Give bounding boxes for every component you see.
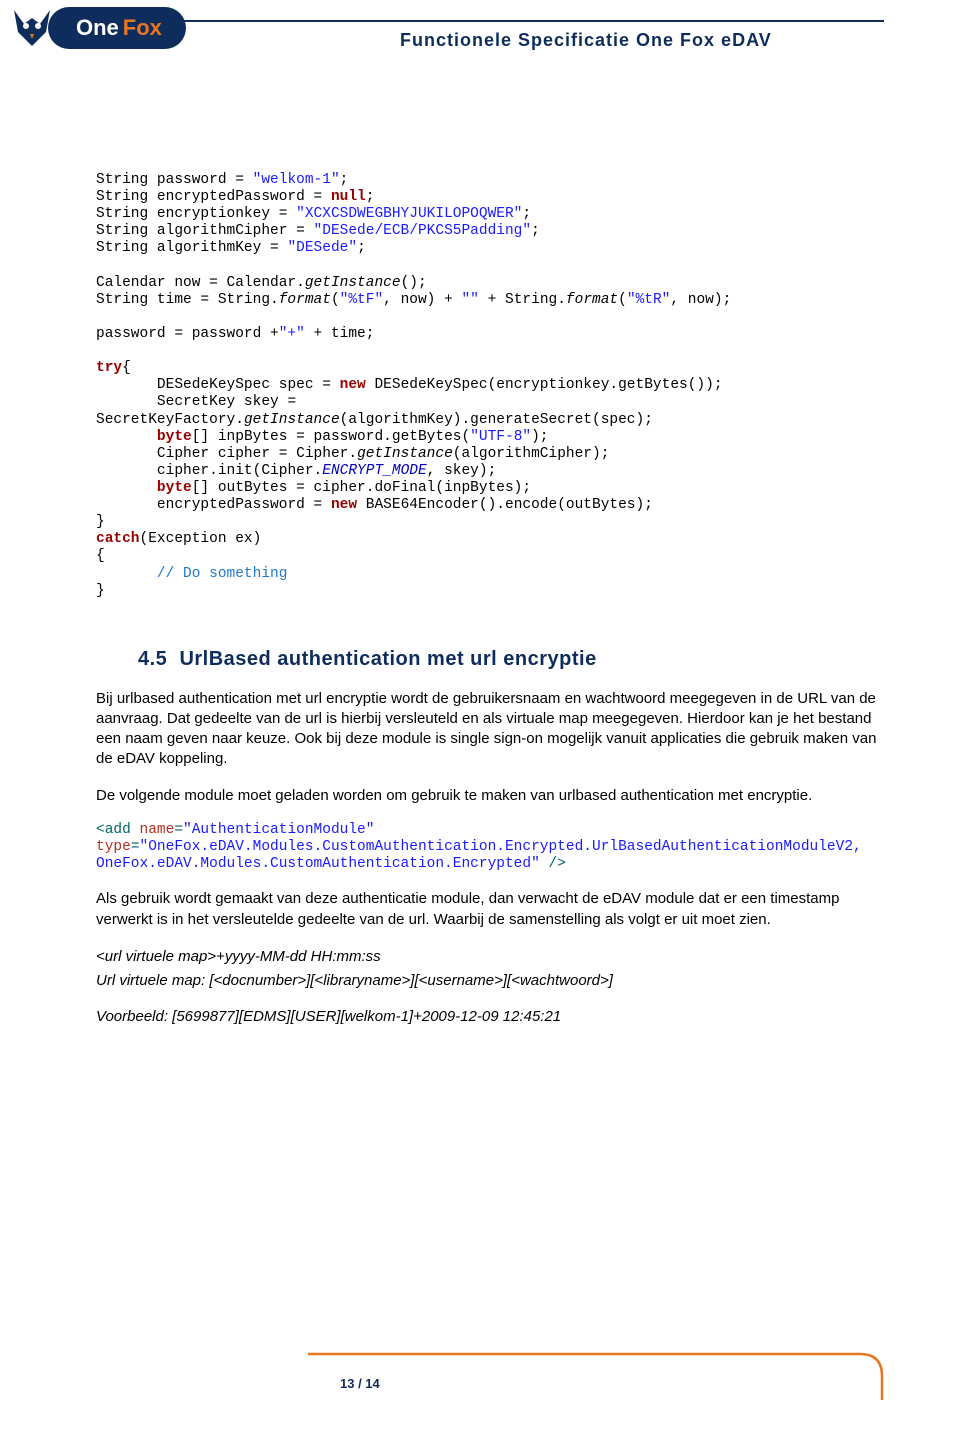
paragraph-1: Bij urlbased authentication met url encr… (96, 689, 880, 770)
xml-snippet: <add name="AuthenticationModule" type="O… (96, 822, 880, 873)
logo-text: One Fox (48, 7, 186, 49)
logo: One Fox (10, 6, 186, 50)
section-heading: 4.5 UrlBased authentication met url encr… (138, 648, 880, 671)
paragraph-2: De volgende module moet geladen worden o… (96, 786, 880, 806)
section-number: 4.5 (138, 648, 167, 670)
logo-word-1: One (76, 15, 119, 41)
section-title: UrlBased authentication met url encrypti… (179, 648, 596, 670)
document-title: Functionele Specificatie One Fox eDAV (400, 30, 772, 51)
logo-word-2: Fox (123, 15, 162, 41)
page-number: 13 / 14 (340, 1376, 380, 1391)
fox-icon (10, 6, 54, 50)
url-example: Voorbeeld: [5699877][EDMS][USER][welkom-… (96, 1006, 880, 1027)
url-spec-1: <url virtuele map>+yyyy-MM-dd HH:mm:ss (96, 946, 880, 967)
code-block: String password = "welkom-1"; String enc… (96, 172, 880, 600)
footer-rule (300, 1346, 890, 1400)
page-content: String password = "welkom-1"; String enc… (96, 172, 880, 1042)
paragraph-3: Als gebruik wordt gemaakt van deze authe… (96, 889, 880, 930)
header-rule (128, 20, 884, 22)
url-spec-2: Url virtuele map: [<docnumber>][<library… (96, 970, 880, 991)
